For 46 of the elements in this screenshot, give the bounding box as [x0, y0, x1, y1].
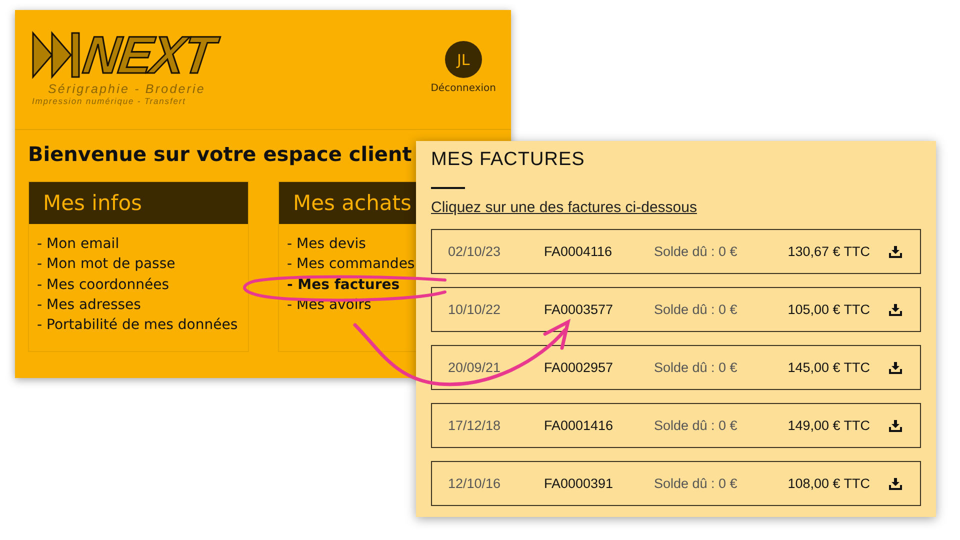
logout-link[interactable]: Déconnexion [430, 83, 496, 94]
invoice-row[interactable]: 20/09/21 FA0002957 Solde dû : 0 € 145,00 € TTC [431, 345, 921, 390]
menu-link[interactable]: - Mon email [37, 234, 120, 254]
menu-link[interactable]: - Mes coordonnées [37, 274, 169, 295]
menu-link[interactable]: - Mes commandes [287, 254, 415, 275]
invoice-number: FA0001416 [544, 418, 614, 433]
balance-due: Solde dû : 0 € [654, 302, 738, 317]
invoice-number: FA0003577 [544, 302, 614, 317]
panel-title: Mes infos [29, 182, 248, 224]
invoice-amount: 149,00 € TTC [786, 418, 870, 433]
download-icon[interactable] [888, 362, 902, 374]
invoice-amount: 130,67 € TTC [786, 244, 870, 259]
invoice-row[interactable]: 10/10/22 FA0003577 Solde dû : 0 € 105,00 € TTC [431, 287, 921, 332]
invoice-amount: 145,00 € TTC [786, 360, 870, 375]
invoice-amount: 105,00 € TTC [786, 302, 870, 317]
invoice-date: 02/10/23 [448, 244, 502, 259]
welcome-heading: Bienvenue sur votre espace client [28, 142, 412, 166]
download-icon[interactable] [888, 420, 902, 432]
invoice-row[interactable]: 02/10/23 FA0004116 Solde dû : 0 € 130,67 € TTC [431, 229, 921, 274]
menu-link[interactable]: - Mes devis [287, 234, 366, 254]
invoice-date: 17/12/18 [448, 418, 502, 433]
logo-subtagline: Impression numérique - Transfert [32, 96, 187, 107]
invoice-row[interactable]: 17/12/18 FA0001416 Solde dû : 0 € 149,00 € TTC [431, 403, 921, 448]
download-icon[interactable] [888, 304, 902, 316]
menu-link[interactable]: - Mon mot de passe [37, 254, 176, 275]
fast-forward-icon [30, 30, 82, 80]
balance-due: Solde dû : 0 € [654, 360, 738, 375]
menu-link[interactable]: - Portabilité de mes données [37, 315, 238, 336]
balance-due: Solde dû : 0 € [654, 476, 738, 491]
user-avatar[interactable]: JL [444, 41, 482, 78]
menu-link[interactable]: - Mes adresses [37, 294, 141, 316]
invoice-row[interactable]: 12/10/16 FA0000391 Solde dû : 0 € 108,00 € TTC [431, 461, 921, 506]
balance-due: Solde dû : 0 € [654, 418, 738, 433]
download-icon[interactable] [888, 478, 902, 490]
invoice-date: 20/09/21 [448, 360, 502, 375]
invoice-amount: 108,00 € TTC [786, 476, 870, 491]
invoice-date: 12/10/16 [448, 476, 502, 491]
panel-heading: MES FACTURES [431, 149, 586, 171]
menu-link[interactable]: - Mes factures [287, 274, 400, 295]
invoice-date: 10/10/22 [448, 302, 502, 317]
download-icon[interactable] [888, 246, 902, 258]
logo-tagline: Sérigraphie - Broderie [48, 82, 206, 96]
invoice-number: FA0002957 [544, 360, 614, 375]
invoice-number: FA0004116 [544, 244, 614, 259]
balance-due: Solde dû : 0 € [654, 244, 738, 259]
invoice-number: FA0000391 [544, 476, 614, 491]
